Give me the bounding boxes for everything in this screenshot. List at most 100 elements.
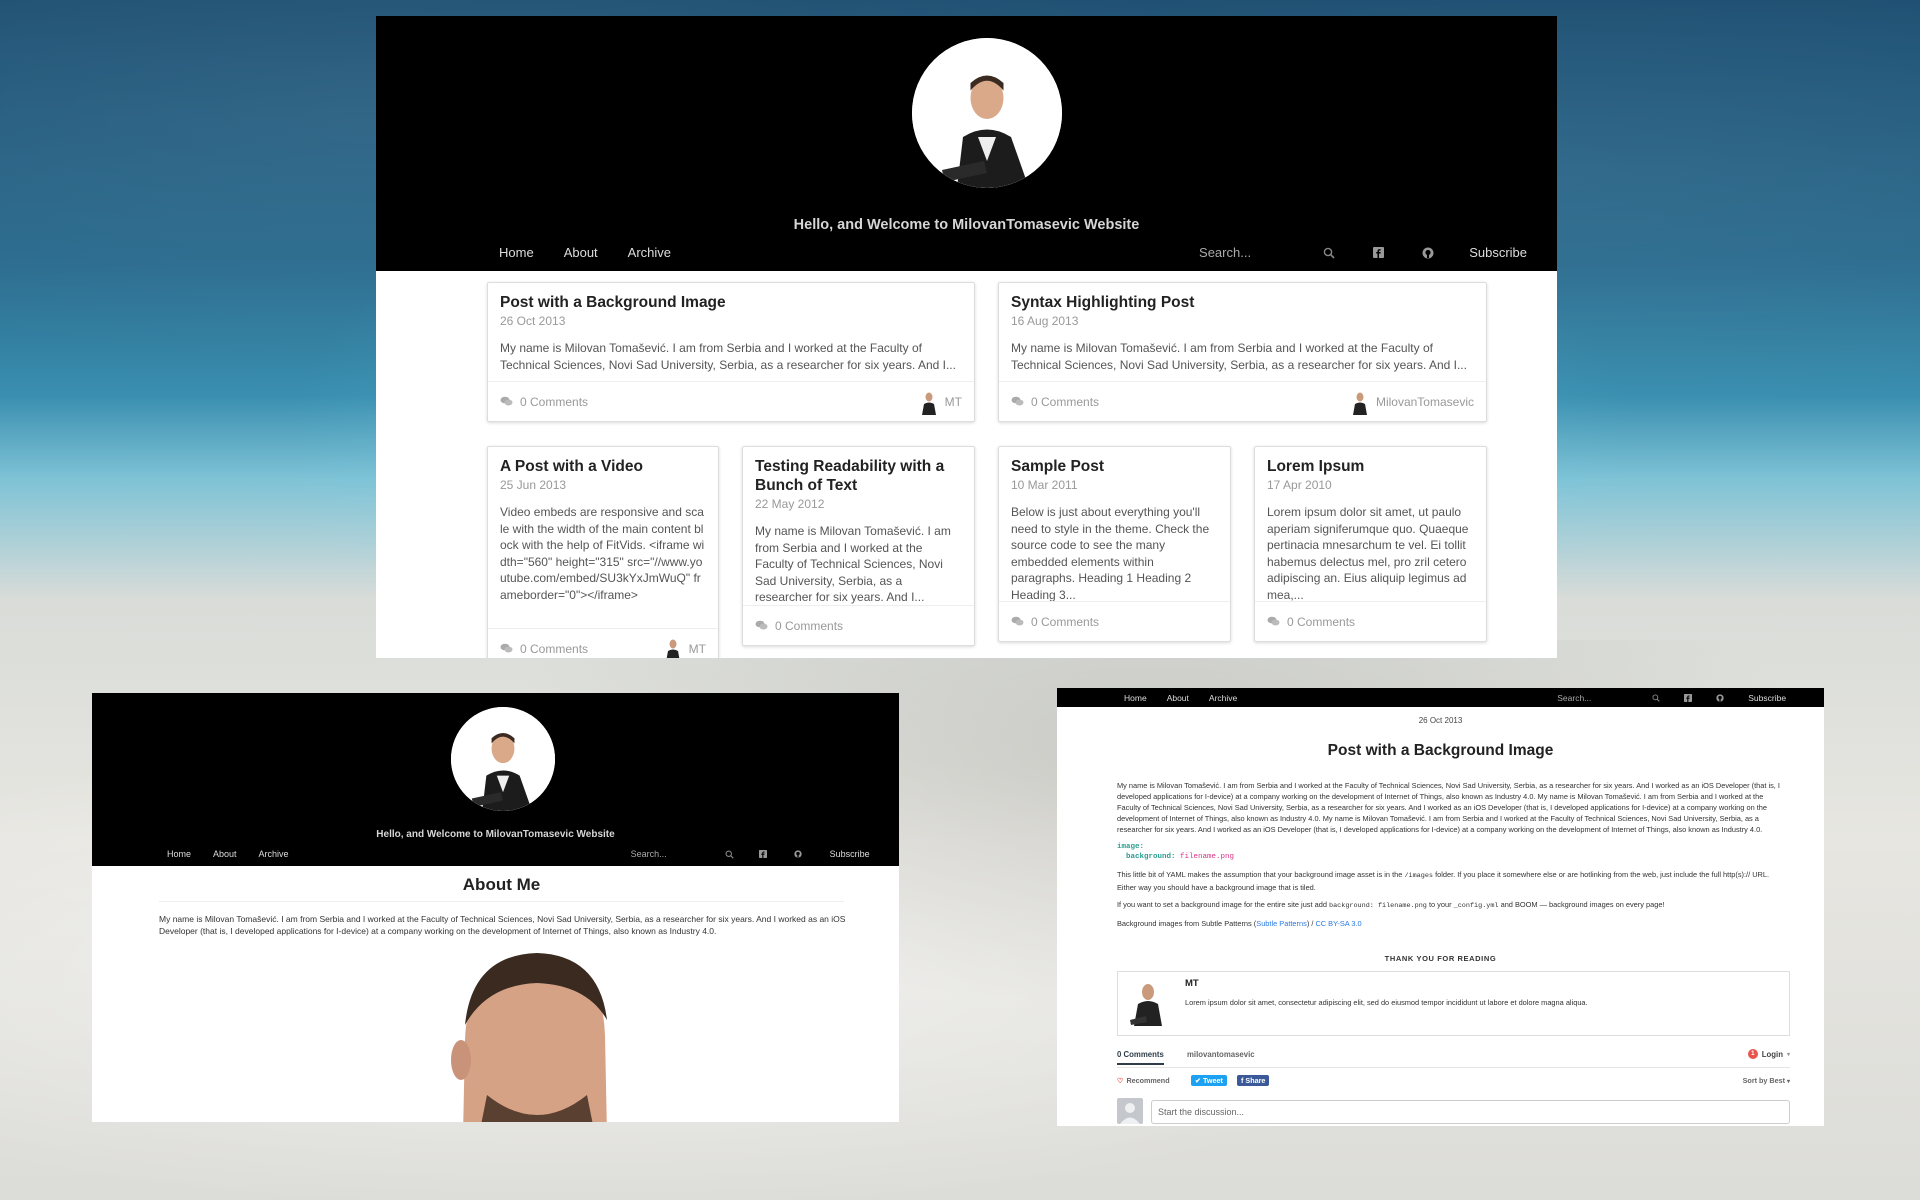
post-date: 17 Apr 2010	[1267, 478, 1332, 492]
code-line: background: filename.png	[1126, 853, 1235, 861]
search-input[interactable]: Search...	[1557, 693, 1652, 703]
post-card[interactable]: A Post with a Video 25 Jun 2013 Video em…	[487, 446, 719, 658]
comments-link[interactable]: 0 Comments	[500, 395, 588, 409]
post-title[interactable]: Syntax Highlighting Post	[1011, 293, 1474, 312]
author-avatar	[662, 635, 683, 658]
facebook-icon[interactable]	[1684, 693, 1693, 702]
comments-link[interactable]: 0 Comments	[1267, 615, 1355, 629]
post-footer: 0 Comments MilovanTomasevic	[999, 381, 1486, 421]
post-author[interactable]: MT	[918, 388, 962, 415]
post-card[interactable]: Sample Post 10 Mar 2011 Below is just ab…	[998, 446, 1231, 642]
nav-about[interactable]: About	[564, 245, 598, 260]
post-date: 26 Oct 2013	[1418, 716, 1463, 725]
subscribe-link[interactable]: Subscribe	[1469, 245, 1527, 260]
post-date: 26 Oct 2013	[500, 314, 566, 328]
nav-home[interactable]: Home	[167, 849, 191, 859]
post-card[interactable]: Testing Readability with a Bunch of Text…	[742, 446, 975, 646]
post-paragraph: My name is Milovan Tomašević. I am from …	[1117, 781, 1780, 834]
comments-link[interactable]: 0 Comments	[755, 619, 843, 633]
twitter-icon: ✔	[1195, 1076, 1202, 1085]
chevron-down-icon: ▾	[1786, 1051, 1790, 1058]
post-paragraph: Background images from Subtle Patterns (…	[1117, 919, 1362, 928]
post-author[interactable]: MilovanTomasevic	[1349, 388, 1474, 415]
search-icon[interactable]	[1652, 693, 1660, 702]
nav-home[interactable]: Home	[1124, 693, 1147, 703]
search-icon[interactable]	[725, 850, 734, 859]
post-card[interactable]: Syntax Highlighting Post 16 Aug 2013 My …	[998, 282, 1487, 422]
subscribe-link[interactable]: Subscribe	[1748, 693, 1786, 703]
post-title[interactable]: A Post with a Video	[500, 457, 706, 476]
site-header: Hello, and Welcome to MilovanTomasevic W…	[92, 693, 899, 866]
top-nav: Home About Archive Search... Subscribe	[376, 245, 1557, 260]
comments-link[interactable]: 0 Comments	[500, 642, 588, 656]
login-menu[interactable]: 1 Login ▾	[1747, 1049, 1790, 1059]
post-card[interactable]: Lorem Ipsum 17 Apr 2010 Lorem ipsum dolo…	[1254, 446, 1487, 642]
post-footer: 0 Comments	[1255, 601, 1486, 641]
chevron-down-icon: ▾	[1786, 1079, 1790, 1085]
comments-icon	[1011, 616, 1024, 627]
post-page-window: Home About Archive Search... Subscribe 2…	[1057, 688, 1824, 1126]
comments-link[interactable]: 0 Comments	[1011, 395, 1099, 409]
license-link[interactable]: CC BY-SA 3.0	[1315, 919, 1361, 928]
comments-icon	[500, 643, 513, 654]
search-input[interactable]: Search...	[631, 849, 723, 859]
post-title[interactable]: Testing Readability with a Bunch of Text	[755, 457, 962, 495]
post-card[interactable]: Post with a Background Image 26 Oct 2013…	[487, 282, 975, 422]
recommend-button[interactable]: ♡ Recommend	[1117, 1076, 1170, 1085]
page-title: About Me	[462, 875, 541, 894]
site-header: Hello, and Welcome to MilovanTomasevic W…	[376, 16, 1557, 271]
top-nav: Home About Archive Search... Subscribe	[92, 849, 899, 859]
sort-dropdown[interactable]: Sort by Best ▾	[1743, 1076, 1790, 1085]
top-nav: Home About Archive Search... Subscribe	[1057, 688, 1824, 707]
nav-about[interactable]: About	[213, 849, 237, 859]
post-footer: 0 Comments MT	[488, 381, 974, 421]
comments-icon	[1011, 396, 1024, 407]
search-icon[interactable]	[1323, 247, 1336, 259]
comment-input[interactable]: Start the discussion...	[1151, 1100, 1790, 1124]
post-excerpt: Lorem ipsum dolor sit amet, ut paulo ape…	[1267, 505, 1469, 602]
profile-avatar[interactable]	[912, 38, 1062, 188]
tweet-button[interactable]: ✔ Tweet	[1191, 1075, 1227, 1086]
nav-about[interactable]: About	[1167, 693, 1189, 703]
facebook-icon[interactable]	[1373, 247, 1385, 258]
nav-archive[interactable]: Archive	[259, 849, 289, 859]
profile-avatar[interactable]	[451, 707, 555, 811]
nav-archive[interactable]: Archive	[1209, 693, 1237, 703]
site-title: Hello, and Welcome to MilovanTomasevic W…	[793, 217, 1140, 233]
comments-icon	[755, 620, 768, 631]
post-paragraph: If you want to set a background image fo…	[1117, 900, 1665, 910]
post-title[interactable]: Lorem Ipsum	[1267, 457, 1474, 476]
about-photo	[427, 945, 647, 1122]
github-icon[interactable]	[793, 850, 802, 858]
nav-home[interactable]: Home	[499, 245, 534, 260]
post-footer: 0 Comments MT	[488, 628, 718, 658]
facebook-icon: f	[1241, 1076, 1244, 1085]
author-name[interactable]: MT	[1185, 978, 1199, 989]
github-icon[interactable]	[1716, 693, 1724, 702]
tab-comments[interactable]: 0 Comments	[1117, 1050, 1164, 1065]
code-block: image: background: filename.png	[1117, 842, 1787, 862]
author-bio: Lorem ipsum dolor sit amet, consectetur …	[1185, 998, 1588, 1007]
subtle-patterns-link[interactable]: Subtle Patterns	[1256, 919, 1307, 928]
subscribe-link[interactable]: Subscribe	[830, 849, 870, 859]
user-avatar	[1117, 1098, 1143, 1124]
author-avatar	[918, 388, 939, 415]
comments-icon	[1267, 616, 1280, 627]
notification-badge: 1	[1747, 1049, 1758, 1059]
tab-community[interactable]: milovantomasevic	[1187, 1050, 1255, 1059]
about-body: My name is Milovan Tomašević. I am from …	[159, 914, 846, 936]
nav-archive[interactable]: Archive	[628, 245, 671, 260]
post-title[interactable]: Sample Post	[1011, 457, 1218, 476]
github-icon[interactable]	[1422, 247, 1434, 259]
thanks-label: THANK YOU FOR READING	[1384, 954, 1497, 963]
facebook-icon[interactable]	[758, 850, 767, 858]
site-title: Hello, and Welcome to MilovanTomasevic W…	[376, 829, 615, 840]
share-button[interactable]: f Share	[1237, 1075, 1270, 1086]
disqus-tabs: 0 Comments milovantomasevic 1 Login ▾	[1117, 1049, 1790, 1068]
post-footer: 0 Comments	[999, 601, 1230, 641]
comments-link[interactable]: 0 Comments	[1011, 615, 1099, 629]
comments-icon	[500, 396, 513, 407]
search-input[interactable]: Search...	[1199, 245, 1317, 260]
post-title[interactable]: Post with a Background Image	[500, 293, 962, 312]
post-author[interactable]: MT	[662, 635, 706, 658]
